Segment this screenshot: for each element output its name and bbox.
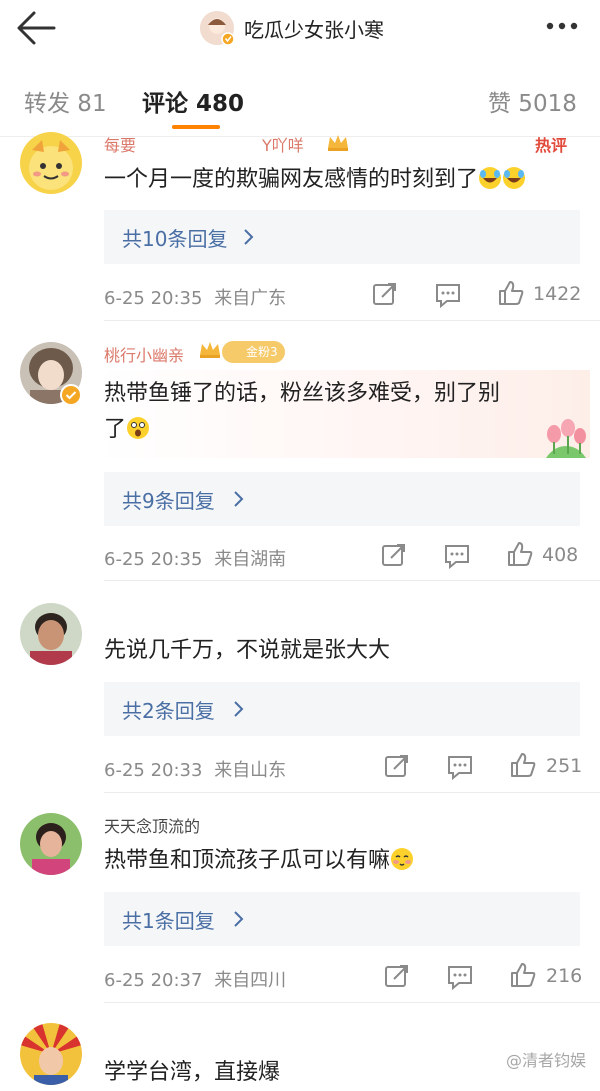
comment-username[interactable]: 每要 — [104, 132, 136, 156]
comment-divider — [104, 1002, 600, 1003]
comment-text-line: 了 — [104, 412, 584, 452]
comment-location: 来自四川 — [214, 970, 287, 991]
comment-location: 来自广东 — [214, 288, 287, 309]
more-dots-icon — [546, 22, 578, 30]
like-thumb-icon[interactable] — [497, 279, 525, 311]
tab-comments[interactable]: 评论 480 — [142, 84, 244, 118]
reply-expand-button[interactable]: 共2条回复 — [104, 682, 580, 736]
comment-meta: 6-25 20:33 来自山东 — [104, 756, 286, 782]
like-count: 216 — [546, 965, 583, 987]
reply-count-label: 共9条回复 — [122, 489, 215, 513]
like-count: 251 — [546, 755, 583, 777]
comment-time: 6-25 20:33 — [104, 760, 203, 781]
tulip-flower-icon — [540, 416, 592, 464]
author-avatar[interactable] — [200, 11, 235, 46]
chevron-right-icon — [232, 910, 244, 932]
like-thumb-icon[interactable] — [509, 961, 537, 993]
comment-time: 6-25 20:35 — [104, 288, 203, 309]
comment-bubble-icon[interactable] — [434, 282, 462, 312]
reply-expand-button[interactable]: 共1条回复 — [104, 892, 580, 946]
comment-divider — [104, 320, 600, 321]
avatar[interactable] — [20, 603, 82, 665]
comment-time: 6-25 20:37 — [104, 970, 203, 991]
comment-username-suffix[interactable]: Y吖咩 — [262, 132, 304, 156]
like-count: 408 — [542, 544, 579, 566]
chevron-right-icon — [242, 228, 254, 250]
comment-text-content: 一个月一度的欺骗网友感情的时刻到了 — [104, 167, 479, 192]
comment-time: 6-25 20:35 — [104, 549, 203, 570]
comment-text: 先说几千万，不说就是张大大 — [104, 638, 391, 663]
comment-bubble-icon[interactable] — [443, 543, 471, 573]
share-icon[interactable] — [372, 281, 398, 311]
reply-count-label: 共2条回复 — [122, 699, 215, 723]
comment-location: 来自山东 — [214, 760, 287, 781]
laughing-crying-emoji-icon — [478, 166, 526, 202]
crown-icon — [198, 339, 222, 363]
comment-text-tail: 了 — [104, 417, 127, 442]
comment-divider — [104, 792, 600, 793]
reply-expand-button[interactable]: 共10条回复 — [104, 210, 580, 264]
like-thumb-icon[interactable] — [509, 751, 537, 783]
avatar[interactable] — [20, 813, 82, 875]
comment-username[interactable]: 桃行小幽亲 — [104, 342, 184, 366]
arrow-left-icon — [17, 11, 56, 45]
top-bar: 吃瓜少女张小寒 — [0, 0, 600, 60]
reply-count-label: 共10条回复 — [122, 227, 228, 251]
share-icon[interactable] — [384, 963, 410, 993]
comment-meta: 6-25 20:37 来自四川 — [104, 966, 286, 992]
like-thumb-icon[interactable] — [506, 540, 534, 572]
chevron-right-icon — [232, 490, 244, 512]
comment-divider — [104, 580, 600, 581]
comment-meta: 6-25 20:35 来自湖南 — [104, 545, 286, 571]
tab-bar: 转发 81 评论 480 赞 5018 — [0, 60, 600, 137]
hot-comment-badge: 热评 — [535, 136, 568, 155]
page-title-group: 吃瓜少女张小寒 — [200, 8, 384, 48]
back-button[interactable] — [14, 8, 58, 48]
comment-text: 一个月一度的欺骗网友感情的时刻到了 — [104, 162, 584, 202]
crown-icon — [326, 132, 350, 156]
tab-likes[interactable]: 赞 5018 — [488, 84, 577, 118]
like-count: 1422 — [533, 283, 582, 305]
comment-bubble-icon[interactable] — [446, 964, 474, 994]
comment-bubble-icon[interactable] — [446, 754, 474, 784]
more-button[interactable] — [540, 10, 584, 42]
reply-expand-button[interactable]: 共9条回复 — [104, 472, 580, 526]
comment-meta: 6-25 20:35 来自广东 — [104, 284, 286, 310]
reply-count-label: 共1条回复 — [122, 909, 215, 933]
comment-text-content: 热带鱼和顶流孩子瓜可以有嘛 — [104, 848, 391, 873]
comment-text: 热带鱼和顶流孩子瓜可以有嘛 — [104, 843, 584, 883]
avatar[interactable] — [20, 1023, 82, 1085]
chevron-right-icon — [232, 700, 244, 722]
watermark: @清者钧娱 — [505, 1051, 586, 1070]
comment-username[interactable]: 天天念顶流的 — [104, 813, 200, 837]
tab-reposts[interactable]: 转发 81 — [24, 84, 107, 118]
avatar[interactable] — [20, 132, 82, 194]
comment-text: 热带鱼锤了的话，粉丝该多难受，别了别 了 — [104, 376, 584, 452]
comment-location: 来自湖南 — [214, 549, 287, 570]
share-icon[interactable] — [381, 542, 407, 572]
fan-level-badge: 金粉3 — [222, 341, 285, 363]
active-tab-indicator — [172, 125, 220, 129]
surprised-emoji-icon — [126, 416, 150, 452]
shy-emoji-icon — [390, 847, 414, 883]
page-title: 吃瓜少女张小寒 — [244, 17, 384, 42]
verified-badge-icon — [60, 384, 82, 410]
comment-text-line: 热带鱼锤了的话，粉丝该多难受，别了别 — [104, 381, 501, 406]
share-icon[interactable] — [384, 753, 410, 783]
